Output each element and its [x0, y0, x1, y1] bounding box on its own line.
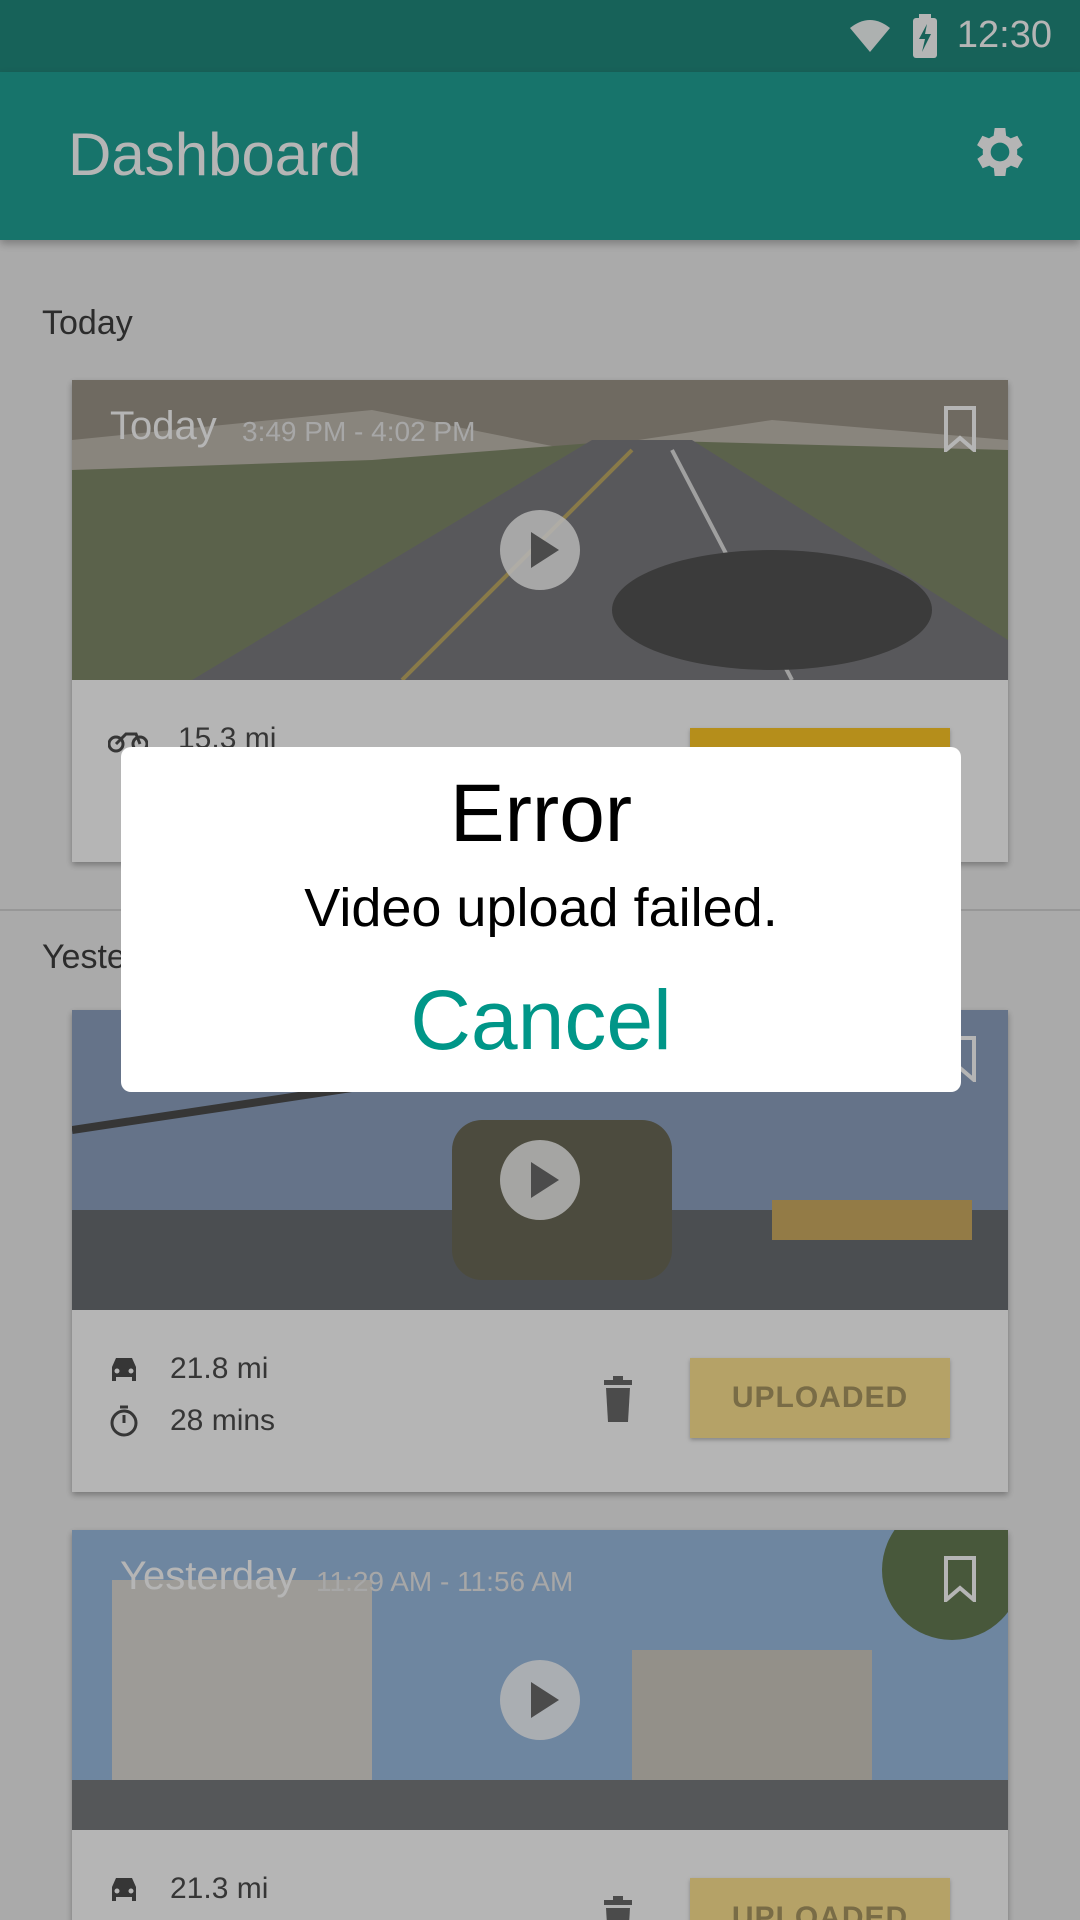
cancel-button[interactable]: Cancel: [121, 972, 961, 1069]
error-dialog: Error Video upload failed. Cancel: [121, 747, 961, 1092]
dialog-title: Error: [449, 768, 633, 859]
dialog-message: Video upload failed.: [304, 878, 778, 938]
